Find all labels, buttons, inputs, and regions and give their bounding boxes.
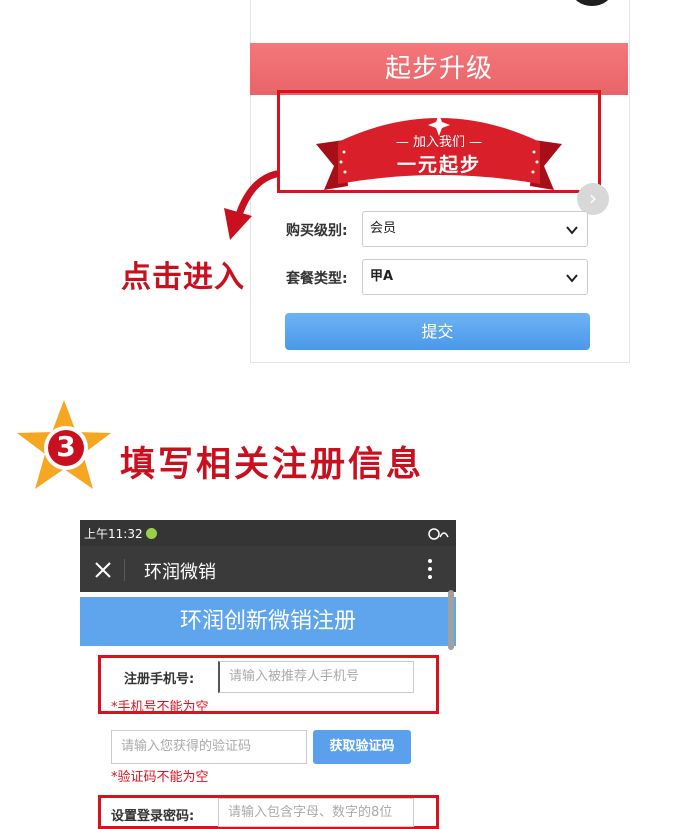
- phone-error: *手机号不能为空: [111, 700, 209, 715]
- battery-icon: [508, 527, 531, 539]
- code-input[interactable]: 请输入您获得的验证码: [111, 730, 307, 764]
- click-instruction: 点击进入: [121, 260, 245, 295]
- package-label: 套餐类型:: [286, 271, 348, 287]
- level-select-value: 会员: [370, 221, 397, 236]
- phone-input[interactable]: 请输入被推荐人手机号: [218, 661, 414, 693]
- package-select[interactable]: 甲A: [362, 259, 588, 295]
- chevron-down-icon: [566, 274, 578, 283]
- banner-highlight-box: [277, 90, 601, 193]
- get-code-button[interactable]: 获取验证码: [313, 730, 411, 764]
- password-label: 设置登录密码:: [111, 809, 195, 824]
- package-select-value: 甲A: [370, 269, 394, 284]
- app-title: 环润微销: [144, 562, 216, 583]
- wechat-top-bar: 环润微销: [80, 546, 456, 592]
- status-time: 上午11:32: [84, 527, 143, 541]
- registration-header: 环润创新微销注册: [80, 597, 456, 646]
- close-icon[interactable]: [94, 561, 112, 579]
- alarm-icon: [428, 528, 449, 540]
- step-title: 填写相关注册信息: [120, 445, 425, 485]
- password-input[interactable]: 请输入包含字母、数字的8位: [218, 798, 414, 827]
- submit-button[interactable]: 提交: [285, 313, 590, 350]
- code-error: *验证码不能为空: [111, 770, 209, 785]
- upgrade-header: 起步升级: [250, 43, 628, 95]
- bar-divider: [124, 559, 125, 581]
- signal-icon: [456, 529, 480, 538]
- status-bar: 上午11:32: [80, 520, 531, 546]
- step-number: 3: [56, 430, 76, 463]
- more-menu-icon[interactable]: [426, 558, 434, 580]
- app-notification-icon: [146, 528, 157, 539]
- arrow-icon: [224, 170, 280, 240]
- chevron-down-icon: [566, 226, 578, 235]
- scrollbar[interactable]: [448, 590, 454, 650]
- phone-label: 注册手机号:: [124, 672, 195, 687]
- level-select[interactable]: 会员: [362, 211, 588, 247]
- level-label: 购买级别:: [286, 223, 348, 239]
